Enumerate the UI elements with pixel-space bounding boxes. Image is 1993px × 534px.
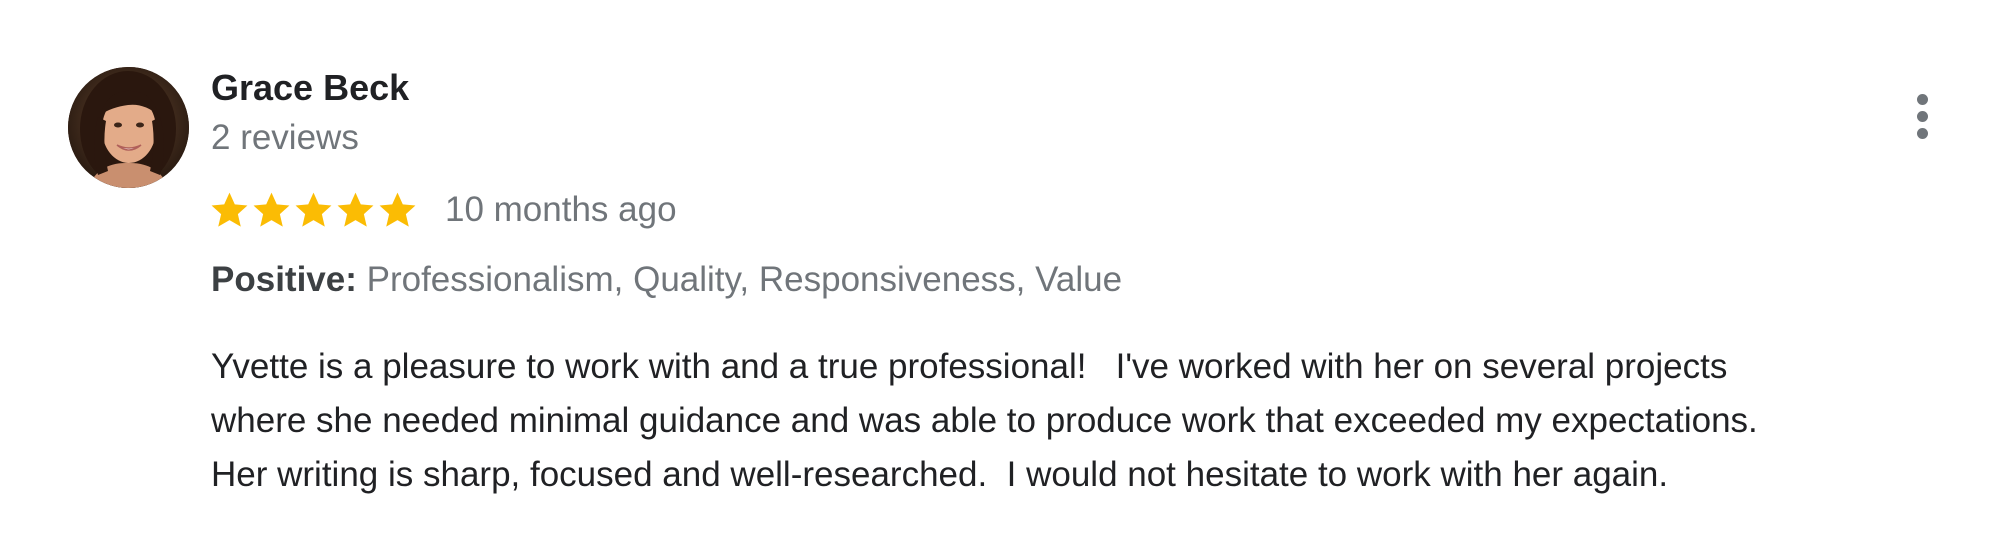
more-vert-icon-dot [1916, 127, 1928, 139]
star-icon [295, 192, 332, 227]
review-text-line: Her writing is sharp, focused and well-r… [211, 455, 1669, 494]
review-attributes: Positive: Professionalism, Quality, Resp… [211, 258, 1122, 302]
attributes-values: Professionalism, Quality, Responsiveness… [366, 260, 1123, 299]
review-text-line: Yvette is a pleasure to work with and a … [211, 347, 1728, 386]
review-time: 10 months ago [445, 190, 677, 229]
star-icon [253, 192, 290, 227]
review-count[interactable]: 2 reviews [211, 116, 359, 160]
reviewer-avatar[interactable] [68, 67, 189, 188]
star-icon [337, 192, 374, 227]
more-vert-icon-dot [1916, 110, 1928, 122]
rating-row: 10 months ago [209, 186, 677, 234]
review-text: Yvette is a pleasure to work with and a … [211, 340, 1971, 502]
star-icon [379, 192, 416, 227]
reviewer-name[interactable]: Grace Beck [211, 66, 409, 110]
more-vert-icon [1916, 93, 1928, 105]
star-icon [211, 192, 248, 227]
more-options-button[interactable] [1900, 88, 1944, 144]
review-card: Grace Beck 2 reviews 10 months ago Posit… [0, 0, 1993, 534]
star-rating [209, 189, 418, 231]
review-text-line: where she needed minimal guidance and wa… [211, 401, 1758, 440]
attributes-label: Positive: [211, 260, 367, 299]
avatar-photo [68, 67, 189, 188]
